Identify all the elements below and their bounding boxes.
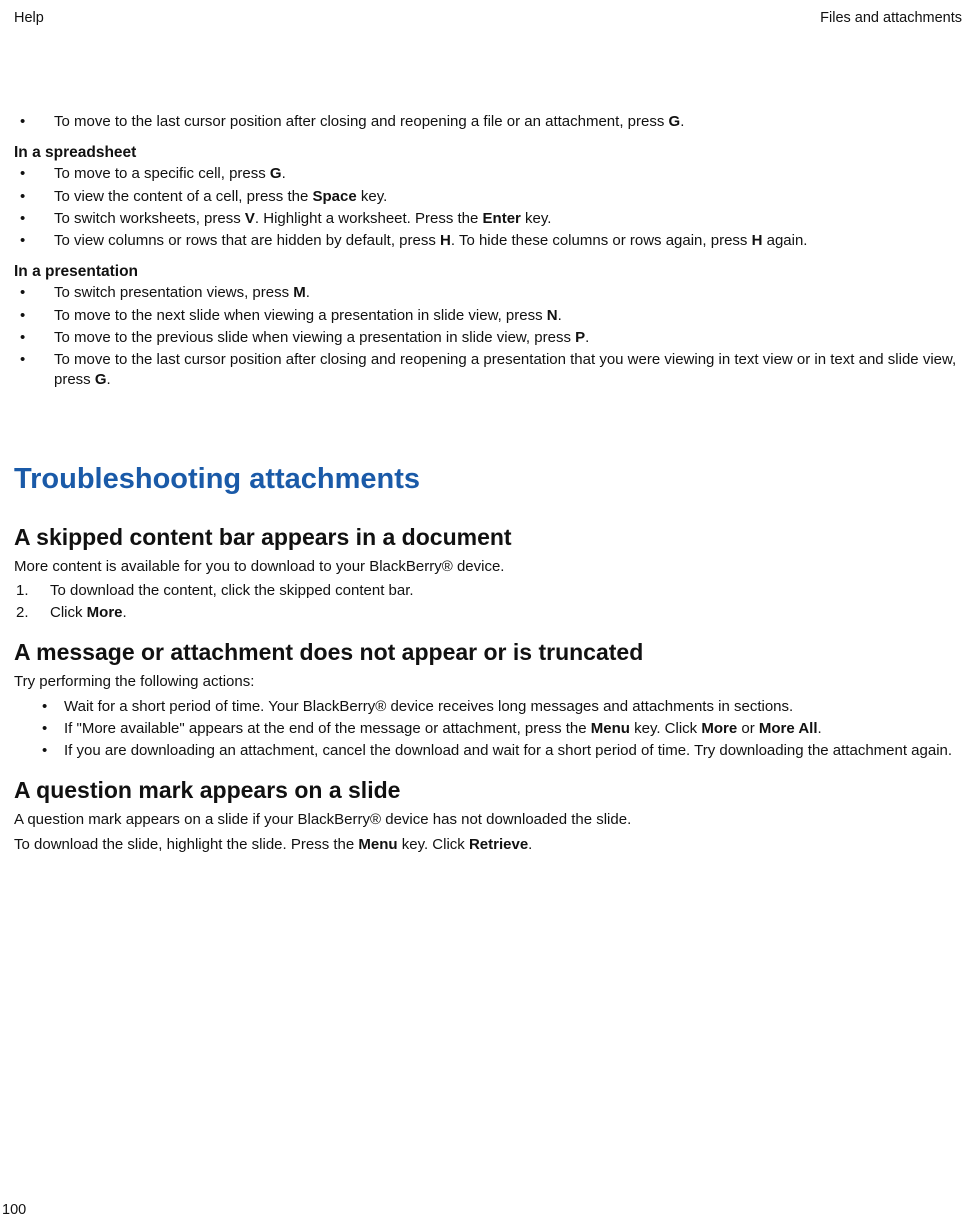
header-left: Help: [14, 10, 44, 26]
bullet-text: If "More available" appears at the end o…: [64, 719, 822, 739]
page-number: 100: [2, 1202, 26, 1218]
bullet-text: To move to the last cursor position afte…: [54, 350, 962, 391]
bullet-item: •If you are downloading an attachment, c…: [14, 741, 962, 761]
bullet-text: To view the content of a cell, press the…: [54, 187, 962, 207]
bullet-item: • To switch worksheets, press V. Highlig…: [14, 209, 962, 229]
spreadsheet-heading: In a spreadsheet: [14, 144, 962, 162]
bullet-text: If you are downloading an attachment, ca…: [64, 741, 952, 761]
bullet-icon: •: [14, 231, 54, 251]
page: Help Files and attachments • To move to …: [0, 0, 976, 1228]
truncated-heading: A message or attachment does not appear …: [14, 639, 962, 666]
bullet-text: To move to the last cursor position afte…: [54, 112, 962, 132]
bullet-icon: •: [14, 164, 54, 184]
bullet-item: •If "More available" appears at the end …: [14, 719, 962, 739]
bullet-item: • To switch presentation views, press M.: [14, 283, 962, 303]
bullet-icon: •: [42, 741, 64, 761]
header-right: Files and attachments: [820, 10, 962, 26]
bullet-text: Wait for a short period of time. Your Bl…: [64, 697, 793, 717]
question-mark-heading: A question mark appears on a slide: [14, 777, 962, 804]
bullet-icon: •: [42, 719, 64, 739]
bullet-icon: •: [14, 209, 54, 229]
step-text: Click More.: [50, 603, 127, 623]
question-mark-p2: To download the slide, highlight the sli…: [14, 835, 962, 855]
skipped-content-heading: A skipped content bar appears in a docum…: [14, 524, 962, 551]
bullet-item: • To move to a specific cell, press G.: [14, 164, 962, 184]
bullet-icon: •: [14, 112, 54, 132]
question-mark-p1: A question mark appears on a slide if yo…: [14, 810, 962, 830]
bullet-item: • To view columns or rows that are hidde…: [14, 231, 962, 251]
skipped-content-intro: More content is available for you to dow…: [14, 557, 962, 577]
step-number: 1.: [14, 581, 50, 601]
bullet-text: To switch presentation views, press M.: [54, 283, 962, 303]
bullet-item: • To move to the last cursor position af…: [14, 112, 962, 132]
bullet-text: To view columns or rows that are hidden …: [54, 231, 962, 251]
troubleshooting-heading: Troubleshooting attachments: [14, 463, 962, 496]
bullet-text: To move to the previous slide when viewi…: [54, 328, 962, 348]
skipped-content-steps: 1.To download the content, click the ski…: [14, 581, 962, 624]
bullet-icon: •: [14, 306, 54, 326]
step-text: To download the content, click the skipp…: [50, 581, 414, 601]
bullet-icon: •: [14, 350, 54, 370]
bullet-icon: •: [14, 187, 54, 207]
bullet-icon: •: [42, 697, 64, 717]
bullet-text: To move to a specific cell, press G.: [54, 164, 962, 184]
bullet-text: To move to the next slide when viewing a…: [54, 306, 962, 326]
bullet-item: •Wait for a short period of time. Your B…: [14, 697, 962, 717]
step-item: 1.To download the content, click the ski…: [14, 581, 962, 601]
truncated-intro: Try performing the following actions:: [14, 672, 962, 692]
top-bullet-list: • To move to the last cursor position af…: [14, 112, 962, 132]
bullet-icon: •: [14, 328, 54, 348]
bullet-item: • To move to the last cursor position af…: [14, 350, 962, 391]
truncated-list: •Wait for a short period of time. Your B…: [14, 697, 962, 762]
bullet-item: • To view the content of a cell, press t…: [14, 187, 962, 207]
bullet-icon: •: [14, 283, 54, 303]
step-item: 2.Click More.: [14, 603, 962, 623]
presentation-list: • To switch presentation views, press M.…: [14, 283, 962, 390]
step-number: 2.: [14, 603, 50, 623]
bullet-item: • To move to the next slide when viewing…: [14, 306, 962, 326]
bullet-item: • To move to the previous slide when vie…: [14, 328, 962, 348]
spreadsheet-list: • To move to a specific cell, press G. •…: [14, 164, 962, 251]
presentation-heading: In a presentation: [14, 263, 962, 281]
bullet-text: To switch worksheets, press V. Highlight…: [54, 209, 962, 229]
page-header: Help Files and attachments: [14, 10, 962, 26]
